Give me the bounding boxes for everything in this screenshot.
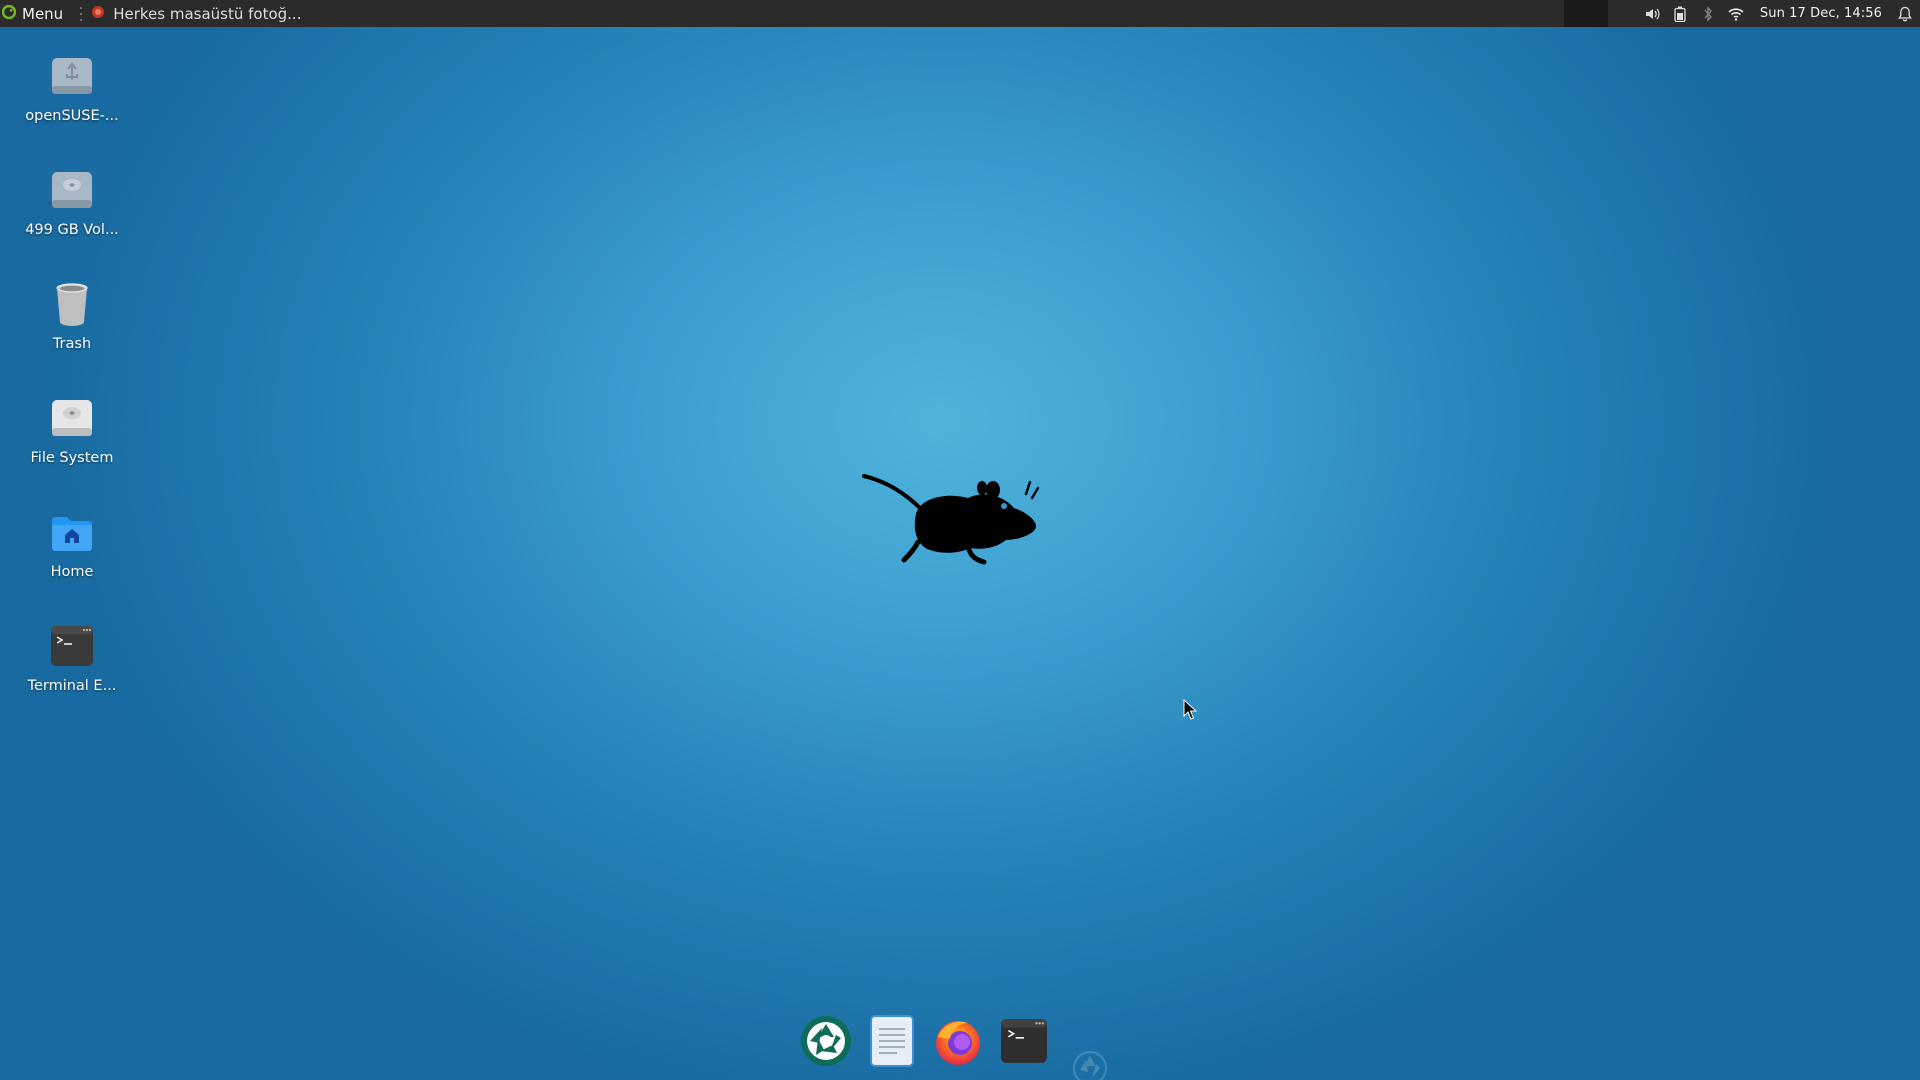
filesystem-drive-icon: [46, 392, 98, 444]
dock-item-terminal[interactable]: [998, 1017, 1050, 1069]
desktop-icon-file-system[interactable]: File System: [16, 392, 128, 466]
dock-panel: [800, 1015, 1050, 1071]
hard-drive-icon: [46, 164, 98, 216]
desktop-icon-label: Trash: [52, 336, 92, 352]
trash-icon: [46, 278, 98, 330]
desktop-icon-label: Terminal E...: [27, 678, 117, 694]
wifi-icon[interactable]: [1728, 6, 1744, 22]
usb-drive-icon: [46, 50, 98, 102]
system-tray: [1644, 5, 1752, 22]
desktop-icon-opensuse-usb[interactable]: openSUSE-...: [16, 50, 128, 124]
xfce-mouse-logo: [862, 474, 1040, 565]
opensuse-logo-icon: [1, 4, 17, 23]
desktop-icon-label: 499 GB Vol...: [25, 222, 119, 238]
panel-separator-handle[interactable]: [77, 6, 85, 21]
desktop-icon-label: Home: [50, 564, 94, 580]
desktop-icon-terminal-emulator[interactable]: Terminal E...: [16, 620, 128, 694]
document-icon: [868, 1015, 916, 1071]
desktop-icon-trash[interactable]: Trash: [16, 278, 128, 352]
menu-label: Menu: [22, 4, 64, 23]
terminal-icon: [46, 620, 98, 672]
desktop-icon-label: File System: [30, 450, 114, 466]
volume-icon[interactable]: [1644, 6, 1660, 22]
desktop-icon-home[interactable]: Home: [16, 506, 128, 580]
whisker-menu-button[interactable]: Menu: [0, 0, 71, 27]
panel-clock[interactable]: Sun 17 Dec, 14:56: [1760, 6, 1882, 21]
battery-icon[interactable]: [1672, 6, 1688, 22]
aperture-icon: [800, 1015, 852, 1071]
task-title: Herkes masaüstü fotoğ...: [113, 4, 302, 23]
mouse-pointer-icon: [1183, 699, 1197, 720]
bluetooth-icon[interactable]: [1700, 5, 1716, 22]
notification-bell-icon[interactable]: [1898, 6, 1914, 22]
dock-item-screenshot[interactable]: [800, 1015, 852, 1071]
terminal-icon: [999, 1016, 1049, 1070]
dock-item-text-editor[interactable]: [866, 1015, 918, 1071]
image-viewer-icon: [91, 5, 105, 23]
dock-item-firefox[interactable]: [932, 1017, 984, 1069]
top-panel: Menu Herkes masaüstü fotoğ... Sun 17 Dec…: [0, 0, 1920, 27]
firefox-icon: [932, 1015, 984, 1071]
home-folder-icon: [46, 506, 98, 558]
panel-empty-slot: [1563, 0, 1608, 27]
desktop-icon-label: openSUSE-...: [25, 108, 119, 124]
desktop-icon-499gb-volume[interactable]: 499 GB Vol...: [16, 164, 128, 238]
dock-trash-placeholder-icon[interactable]: [1072, 1050, 1108, 1080]
taskbar-window-button[interactable]: Herkes masaüstü fotoğ...: [89, 0, 307, 27]
